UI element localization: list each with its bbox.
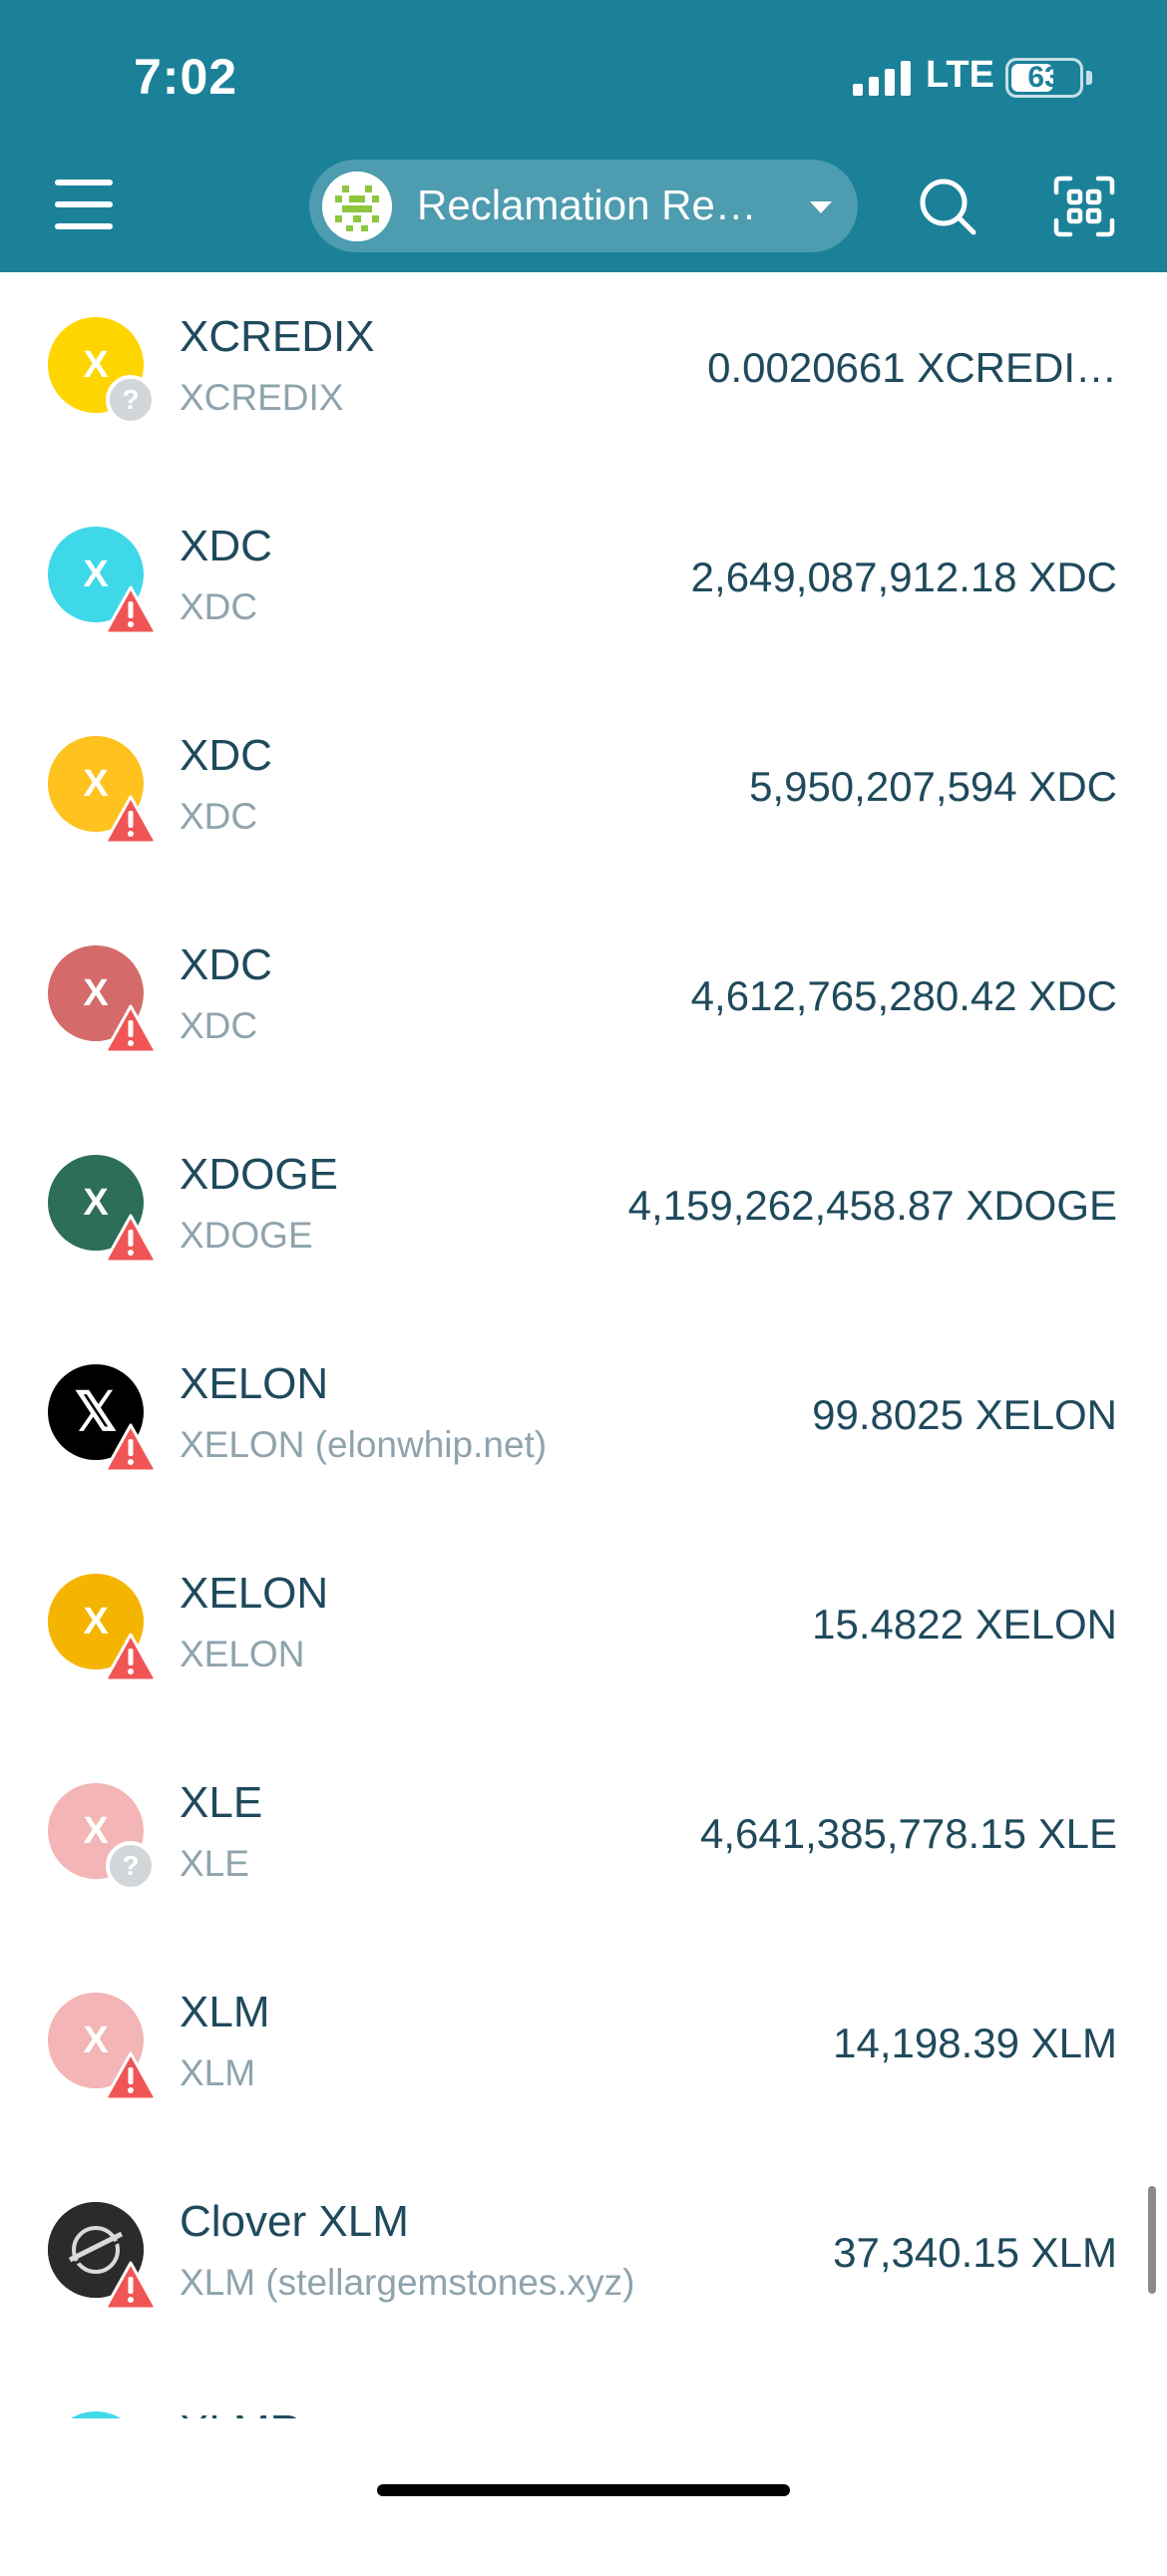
token-name: XELON (180, 1569, 329, 1618)
unknown-icon: ? (105, 1840, 157, 1892)
warning-icon (105, 1002, 157, 1054)
token-row[interactable]: X? XCREDIX XCREDIX 0.0020661 XCREDI… (0, 272, 1167, 482)
warning-icon (105, 2049, 157, 2101)
menu-button[interactable] (55, 180, 113, 229)
token-subtitle: XLE (180, 1843, 249, 1884)
wallet-avatar (322, 172, 392, 241)
token-row[interactable]: X XDOGE XDOGE 4,159,262,458.87 XDOGE (0, 1110, 1167, 1319)
home-indicator[interactable] (377, 2484, 790, 2496)
hamburger-line (55, 201, 113, 207)
cellular-signal-icon (853, 60, 913, 96)
battery-tip (1086, 71, 1092, 85)
warning-icon (105, 1631, 157, 1682)
battery-icon: 63 (1005, 58, 1083, 98)
warning-icon (105, 2259, 157, 2311)
token-row[interactable]: X? XLE XLE 4,641,385,778.15 XLE (0, 1738, 1167, 1948)
chevron-down-icon (810, 201, 832, 213)
token-subtitle: XDC (180, 796, 258, 837)
token-name: XDC (180, 940, 272, 989)
battery-level: 63 (1027, 61, 1061, 94)
token-row[interactable]: X XELON XELON 15.4822 XELON (0, 1529, 1167, 1738)
token-row[interactable]: 𝕏 XELON XELON (elonwhip.net) 99.8025 XELON (0, 1319, 1167, 1529)
token-subtitle: XLM (stellargemstones.xyz) (180, 2262, 635, 2303)
token-name: XELON (180, 1359, 329, 1408)
token-subtitle: XCREDIX (180, 377, 344, 418)
warning-icon (105, 583, 157, 635)
token-row[interactable]: X XDC XDC 2,649,087,912.18 XDC (0, 482, 1167, 691)
token-balance: 37,340.15 XLM (833, 2229, 1117, 2276)
token-name: XLM (180, 1988, 270, 2036)
token-balance: 15.4822 XELON (812, 1601, 1117, 1648)
bottom-area (0, 2418, 1167, 2525)
hamburger-line (55, 223, 113, 229)
token-balance: 2,649,087,912.18 XDC (690, 553, 1117, 600)
unknown-icon: ? (105, 374, 157, 426)
search-icon (920, 179, 976, 235)
token-name: XDC (180, 731, 272, 780)
token-balance: 4,641,385,778.15 XLE (699, 1810, 1117, 1857)
wallet-selector[interactable]: Reclamation Re… (309, 160, 858, 252)
token-row[interactable]: Clover XLM XLM (stellargemstones.xyz) 37,3… (0, 2157, 1167, 2367)
token-balance: 4,159,262,458.87 XDOGE (627, 1182, 1117, 1229)
network-type: LTE (926, 54, 994, 96)
qr-scan-icon (1053, 176, 1115, 237)
token-row[interactable]: X XDC XDC 5,950,207,594 XDC (0, 691, 1167, 901)
token-subtitle: XDOGE (180, 1215, 313, 1256)
hamburger-icon (55, 180, 113, 185)
token-balance: 0.0020661 XCREDI… (707, 344, 1117, 391)
token-subtitle: XDC (180, 1005, 258, 1046)
warning-icon (105, 793, 157, 845)
token-balance: 5,950,207,594 XDC (749, 763, 1117, 810)
token-name: XCREDIX (180, 312, 375, 361)
scan-qr-button[interactable] (1052, 175, 1116, 238)
token-subtitle: XELON (180, 1634, 305, 1674)
warning-icon (105, 1421, 157, 1473)
app-header: 7:02 LTE 63 Reclamation Re… (0, 0, 1167, 272)
token-name: Clover XLM (180, 2197, 409, 2246)
wallet-avatar-icon (322, 172, 392, 241)
search-button[interactable] (916, 175, 979, 238)
token-row[interactable]: X XDC XDC 4,612,765,280.42 XDC (0, 901, 1167, 1110)
token-balance: 14,198.39 XLM (833, 2020, 1117, 2066)
svg-text:?: ? (122, 1850, 139, 1881)
token-name: XLE (180, 1778, 263, 1827)
token-subtitle: XLM (180, 2052, 256, 2093)
status-time: 7:02 (134, 49, 238, 105)
token-row[interactable]: X XLM XLM 14,198.39 XLM (0, 1948, 1167, 2157)
token-subtitle: XDC (180, 586, 258, 627)
token-balance: 99.8025 XELON (812, 1391, 1117, 1438)
token-balance: 4,612,765,280.42 XDC (690, 972, 1117, 1019)
wallet-name: Reclamation Re… (417, 182, 757, 228)
token-name: XDOGE (180, 1150, 338, 1199)
svg-text:?: ? (122, 384, 139, 415)
token-subtitle: XELON (elonwhip.net) (180, 1424, 548, 1465)
token-name: XDC (180, 522, 272, 570)
scrollbar[interactable] (1148, 2186, 1156, 2294)
warning-icon (105, 1212, 157, 1264)
